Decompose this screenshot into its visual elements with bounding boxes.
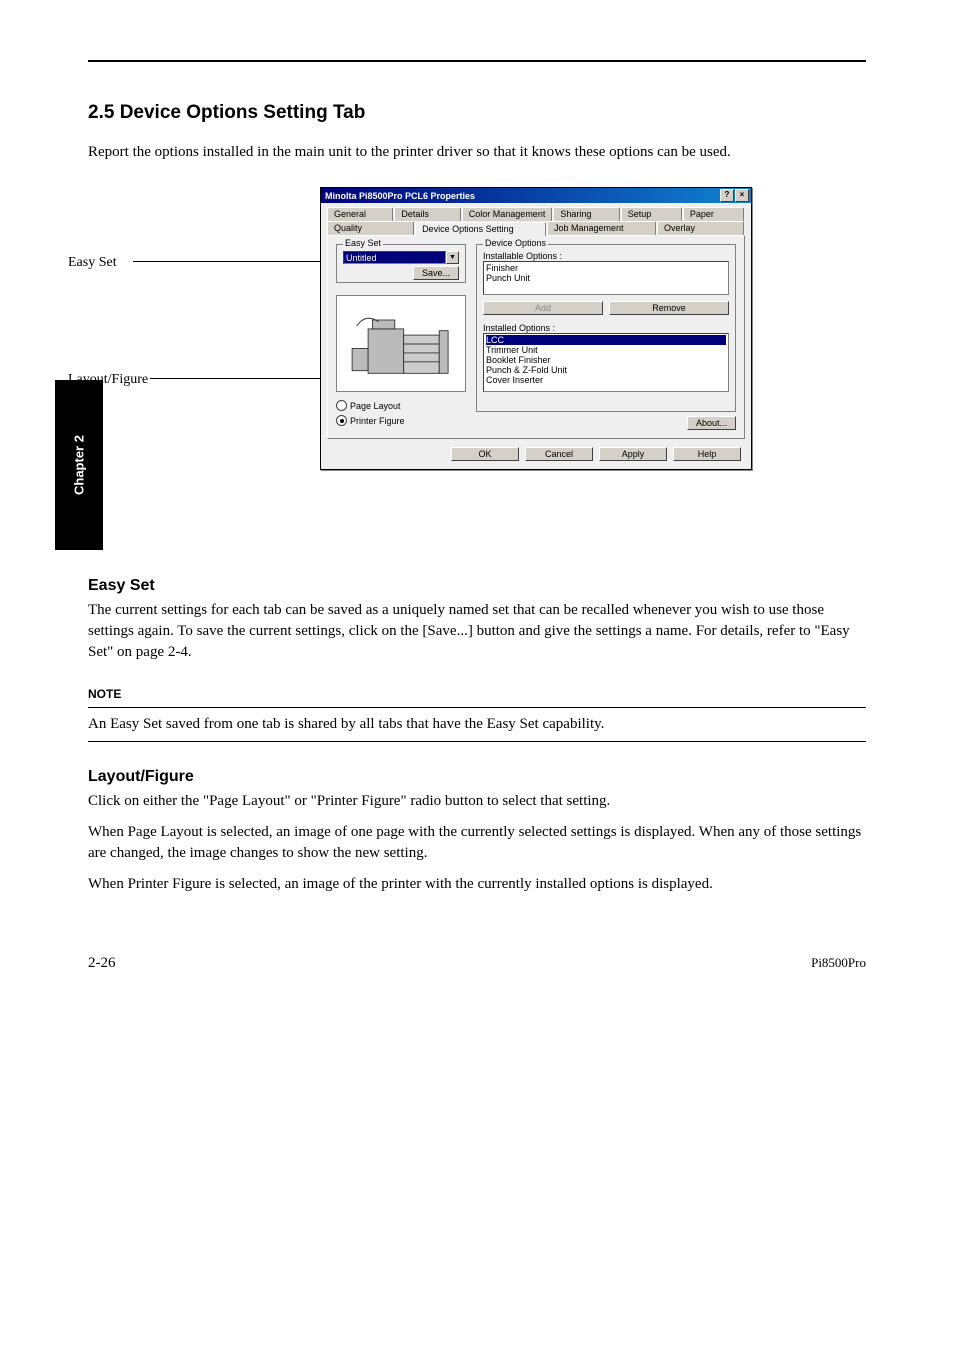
list-item[interactable]: Punch & Z-Fold Unit xyxy=(486,365,726,375)
easy-set-group-title: Easy Set xyxy=(343,238,383,248)
radio-icon xyxy=(336,415,347,426)
cancel-button[interactable]: Cancel xyxy=(525,447,593,461)
installable-options-list[interactable]: Finisher Punch Unit xyxy=(483,261,729,295)
tab-details[interactable]: Details xyxy=(394,207,460,221)
tab-row-front: Quality Device Options Setting Job Manag… xyxy=(327,221,745,235)
about-button[interactable]: About... xyxy=(687,416,736,430)
help-icon[interactable]: ? xyxy=(720,189,734,202)
add-button[interactable]: Add xyxy=(483,301,603,315)
caption-layout-figure: Layout/Figure xyxy=(68,372,148,388)
leader-line-1 xyxy=(133,261,328,262)
help-button[interactable]: Help xyxy=(673,447,741,461)
note-top-rule xyxy=(88,707,866,708)
tab-general[interactable]: General xyxy=(327,207,393,221)
layout-figure-body1: Click on either the "Page Layout" or "Pr… xyxy=(88,791,866,812)
installed-options-list[interactable]: LCC Trimmer Unit Booklet Finisher Punch … xyxy=(483,333,729,392)
section-intro: Report the options installed in the main… xyxy=(88,142,866,163)
list-item[interactable]: Booklet Finisher xyxy=(486,355,726,365)
note-label: NOTE xyxy=(88,687,866,701)
properties-dialog: Minolta Pi8500Pro PCL6 Properties ? × Ge… xyxy=(320,187,752,470)
page-footer: 2-26 Pi8500Pro xyxy=(88,955,866,972)
device-options-group: Device Options Installable Options : Fin… xyxy=(476,244,736,412)
easy-set-body: The current settings for each tab can be… xyxy=(88,600,866,663)
page-number: 2-26 xyxy=(88,955,116,972)
radio-page-layout-label: Page Layout xyxy=(350,401,401,411)
dialog-button-row: OK Cancel Apply Help xyxy=(321,439,751,469)
ok-button[interactable]: OK xyxy=(451,447,519,461)
layout-figure-body2: When Page Layout is selected, an image o… xyxy=(88,822,866,864)
easy-set-combo-value: Untitled xyxy=(343,251,446,264)
header-divider xyxy=(88,60,866,62)
apply-button[interactable]: Apply xyxy=(599,447,667,461)
list-item[interactable]: LCC xyxy=(486,335,726,345)
dialog-title: Minolta Pi8500Pro PCL6 Properties xyxy=(325,191,475,201)
tab-job-management[interactable]: Job Management xyxy=(547,221,656,235)
radio-page-layout[interactable]: Page Layout xyxy=(336,400,466,411)
caption-easyset: Easy Set xyxy=(68,255,117,271)
tab-row-back: General Details Color Management Sharing… xyxy=(327,207,745,221)
tab-color-management[interactable]: Color Management xyxy=(462,207,553,221)
note-body: An Easy Set saved from one tab is shared… xyxy=(88,714,866,735)
tab-panel: Easy Set Untitled ▼ Save... xyxy=(327,235,745,439)
installed-label: Installed Options : xyxy=(483,323,729,333)
device-options-group-title: Device Options xyxy=(483,238,548,248)
layout-figure-body3: When Printer Figure is selected, an imag… xyxy=(88,874,866,895)
radio-icon xyxy=(336,400,347,411)
installable-label: Installable Options : xyxy=(483,251,729,261)
section-heading: 2.5 Device Options Setting Tab xyxy=(88,102,866,124)
product-name: Pi8500Pro xyxy=(811,955,866,972)
printer-icon xyxy=(346,304,456,384)
tab-sharing[interactable]: Sharing xyxy=(553,207,619,221)
tab-setup[interactable]: Setup xyxy=(621,207,682,221)
easy-set-heading: Easy Set xyxy=(88,577,866,595)
radio-printer-figure-label: Printer Figure xyxy=(350,416,405,426)
tab-paper[interactable]: Paper xyxy=(683,207,744,221)
tab-overlay[interactable]: Overlay xyxy=(657,221,744,235)
figure-wrap: Easy Set Layout/Figure Minolta Pi8500Pro… xyxy=(88,187,866,547)
chevron-down-icon[interactable]: ▼ xyxy=(446,251,459,264)
note-bottom-rule xyxy=(88,741,866,742)
remove-button[interactable]: Remove xyxy=(609,301,729,315)
radio-printer-figure[interactable]: Printer Figure xyxy=(336,415,466,426)
printer-figure-preview xyxy=(336,295,466,392)
easy-set-group: Easy Set Untitled ▼ Save... xyxy=(336,244,466,283)
close-icon[interactable]: × xyxy=(735,189,749,202)
dialog-titlebar: Minolta Pi8500Pro PCL6 Properties ? × xyxy=(321,188,751,203)
list-item[interactable]: Punch Unit xyxy=(486,273,726,283)
tab-device-options-setting[interactable]: Device Options Setting xyxy=(415,222,546,236)
save-button[interactable]: Save... xyxy=(413,266,459,280)
easy-set-combo[interactable]: Untitled ▼ xyxy=(343,251,459,264)
list-item[interactable]: Trimmer Unit xyxy=(486,345,726,355)
list-item[interactable]: Cover Inserter xyxy=(486,375,726,385)
layout-figure-heading: Layout/Figure xyxy=(88,768,866,786)
list-item[interactable]: Finisher xyxy=(486,263,726,273)
leader-line-2 xyxy=(150,378,328,379)
tab-quality[interactable]: Quality xyxy=(327,221,414,235)
